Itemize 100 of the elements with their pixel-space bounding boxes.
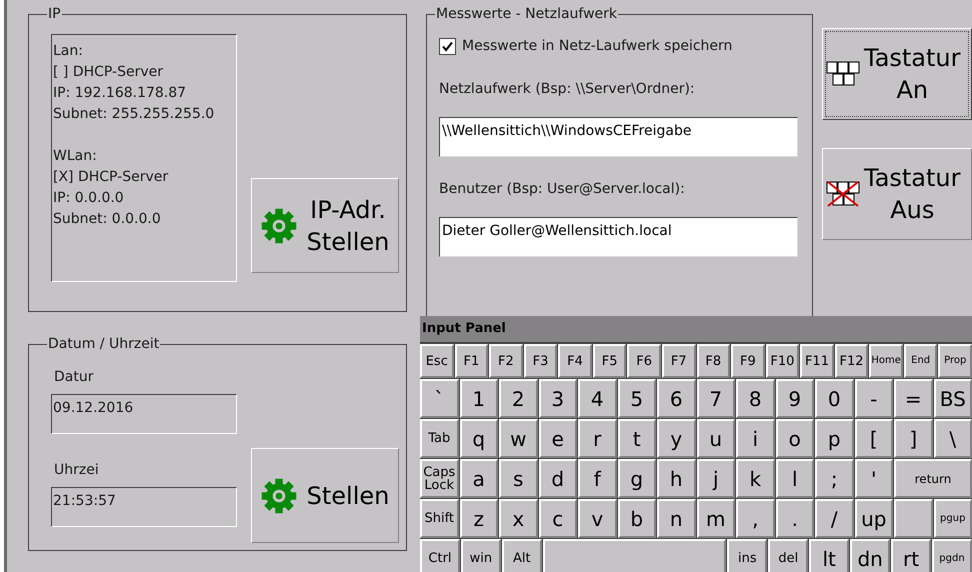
keyboard-key[interactable]: Caps Lock xyxy=(420,459,458,498)
keyboard-key[interactable]: h xyxy=(657,459,696,498)
keyboard-key[interactable]: F4 xyxy=(558,344,592,378)
keyboard-key[interactable]: F5 xyxy=(592,344,626,378)
gear-icon xyxy=(260,208,297,244)
keyboard-key[interactable]: s xyxy=(499,459,538,498)
keyboard-key[interactable]: Alt xyxy=(502,539,542,572)
keyboard-key[interactable]: F6 xyxy=(627,344,661,378)
keyboard-key[interactable]: BS xyxy=(934,379,972,418)
keyboard-key[interactable]: Prop xyxy=(938,344,972,378)
keyboard-key[interactable]: - xyxy=(854,379,893,418)
keyboard-icon xyxy=(826,61,860,87)
checkbox[interactable] xyxy=(439,38,456,55)
text-field[interactable]: Dieter Goller@Wellensittich.local xyxy=(439,217,798,257)
keyboard-key[interactable]: y xyxy=(657,419,696,458)
keyboard-key[interactable]: g xyxy=(618,459,656,498)
keyboard-key[interactable]: j xyxy=(696,459,735,498)
keyboard-key[interactable]: i xyxy=(736,419,774,458)
keyboard-key[interactable]: \ xyxy=(934,419,972,458)
panel-title: Input Panel xyxy=(420,316,972,342)
keyboard-key[interactable]: u xyxy=(696,419,735,458)
keyboard-key[interactable]: pgdn xyxy=(932,539,972,572)
keyboard-key[interactable]: F7 xyxy=(662,344,696,378)
keyboard-key[interactable]: m xyxy=(696,499,735,538)
keyboard-key[interactable]: n xyxy=(657,499,696,538)
keyboard-key[interactable]: a xyxy=(460,459,498,498)
keyboard-key[interactable]: p xyxy=(815,419,854,458)
keyboard-key[interactable]: F8 xyxy=(696,344,730,378)
crossed-keyboard-icon xyxy=(826,181,860,207)
keyboard-toggle-button[interactable]: Tastatur Aus xyxy=(822,148,972,240)
keyboard-key[interactable]: k xyxy=(736,459,774,498)
keyboard-key[interactable]: . xyxy=(776,499,814,538)
keyboard-key[interactable]: Shift xyxy=(420,499,458,538)
keyboard-key[interactable]: F9 xyxy=(731,344,765,378)
set-button[interactable]: Stellen xyxy=(251,448,399,543)
keyboard-key[interactable] xyxy=(894,499,932,538)
keyboard-key[interactable]: 9 xyxy=(776,379,814,418)
keyboard-key[interactable]: F3 xyxy=(524,344,558,378)
keyboard-key[interactable]: pgup xyxy=(934,499,972,538)
keyboard-key[interactable]: up xyxy=(854,499,893,538)
keyboard-key[interactable]: e xyxy=(538,419,577,458)
keyboard-key[interactable]: Tab xyxy=(420,419,458,458)
keyboard-key[interactable]: c xyxy=(538,499,577,538)
keyboard-key[interactable]: F1 xyxy=(454,344,488,378)
keyboard-key[interactable]: w xyxy=(499,419,538,458)
keyboard-key[interactable]: d xyxy=(538,459,577,498)
keyboard-key[interactable]: q xyxy=(460,419,498,458)
keyboard-key[interactable]: F12 xyxy=(834,344,868,378)
keyboard-key[interactable]: F10 xyxy=(766,344,800,378)
info-line: [ ] DHCP-Server xyxy=(53,63,164,82)
keyboard-key[interactable]: o xyxy=(776,419,814,458)
keyboard-key[interactable]: Esc xyxy=(420,344,454,378)
field-label: Benutzer (Bsp: User@Server.local): xyxy=(439,180,686,199)
keyboard-key[interactable]: return xyxy=(894,459,972,498)
readonly-field[interactable]: 21:53:57 xyxy=(51,487,237,527)
keyboard-key[interactable]: r xyxy=(578,419,616,458)
keyboard-key[interactable]: 5 xyxy=(618,379,656,418)
keyboard-key[interactable]: ins xyxy=(727,539,768,572)
keyboard-key[interactable]: del xyxy=(768,539,808,572)
keyboard-key[interactable]: [ xyxy=(854,419,893,458)
keyboard-key[interactable]: End xyxy=(904,344,938,378)
set-button[interactable]: IP-Adr. Stellen xyxy=(251,178,399,273)
keyboard-key[interactable]: 6 xyxy=(657,379,696,418)
keyboard-key[interactable]: 7 xyxy=(696,379,735,418)
keyboard-key[interactable]: win xyxy=(460,539,501,572)
info-line: Subnet: 255.255.255.0 xyxy=(53,105,216,124)
keyboard-key[interactable]: 4 xyxy=(578,379,616,418)
keyboard-key[interactable]: F11 xyxy=(800,344,834,378)
keyboard-key[interactable]: z xyxy=(460,499,498,538)
keyboard-key[interactable]: 2 xyxy=(499,379,538,418)
keyboard-key[interactable]: lt xyxy=(809,539,850,572)
keyboard-key[interactable]: 1 xyxy=(460,379,498,418)
text-field[interactable]: \\Wellensittich\\WindowsCEFreigabe xyxy=(439,117,798,157)
checkbox-row[interactable]: Messwerte in Netz-Laufwerk speichern xyxy=(439,36,812,57)
keyboard-key[interactable]: ; xyxy=(815,459,854,498)
keyboard-key[interactable]: , xyxy=(736,499,774,538)
keyboard-key[interactable]: Home xyxy=(869,344,903,378)
keyboard-key[interactable]: x xyxy=(499,499,538,538)
group-title: IP xyxy=(47,6,62,22)
keyboard-key[interactable]: f xyxy=(578,459,616,498)
keyboard-key[interactable]: 0 xyxy=(815,379,854,418)
field-label: Uhrzei xyxy=(53,461,100,479)
keyboard-key[interactable]: dn xyxy=(850,539,890,572)
keyboard-key[interactable]: 8 xyxy=(736,379,774,418)
readonly-field[interactable]: 09.12.2016 xyxy=(51,394,237,434)
keyboard-key[interactable]: = xyxy=(894,379,932,418)
info-line: [X] DHCP-Server xyxy=(53,168,170,187)
keyboard-toggle-button[interactable]: Tastatur An xyxy=(822,28,972,120)
keyboard-key[interactable]: ' xyxy=(854,459,893,498)
keyboard-key[interactable]: F2 xyxy=(489,344,523,378)
keyboard-key[interactable]: rt xyxy=(891,539,932,572)
keyboard-key[interactable]: ] xyxy=(894,419,932,458)
keyboard-key[interactable]: b xyxy=(618,499,656,538)
keyboard-key[interactable]: l xyxy=(776,459,814,498)
keyboard-key[interactable]: t xyxy=(618,419,656,458)
keyboard-key[interactable]: Ctrl xyxy=(420,539,460,572)
keyboard-key[interactable]: 3 xyxy=(538,379,577,418)
keyboard-key[interactable]: ` xyxy=(420,379,458,418)
keyboard-key[interactable]: v xyxy=(578,499,616,538)
keyboard-key[interactable]: / xyxy=(815,499,854,538)
